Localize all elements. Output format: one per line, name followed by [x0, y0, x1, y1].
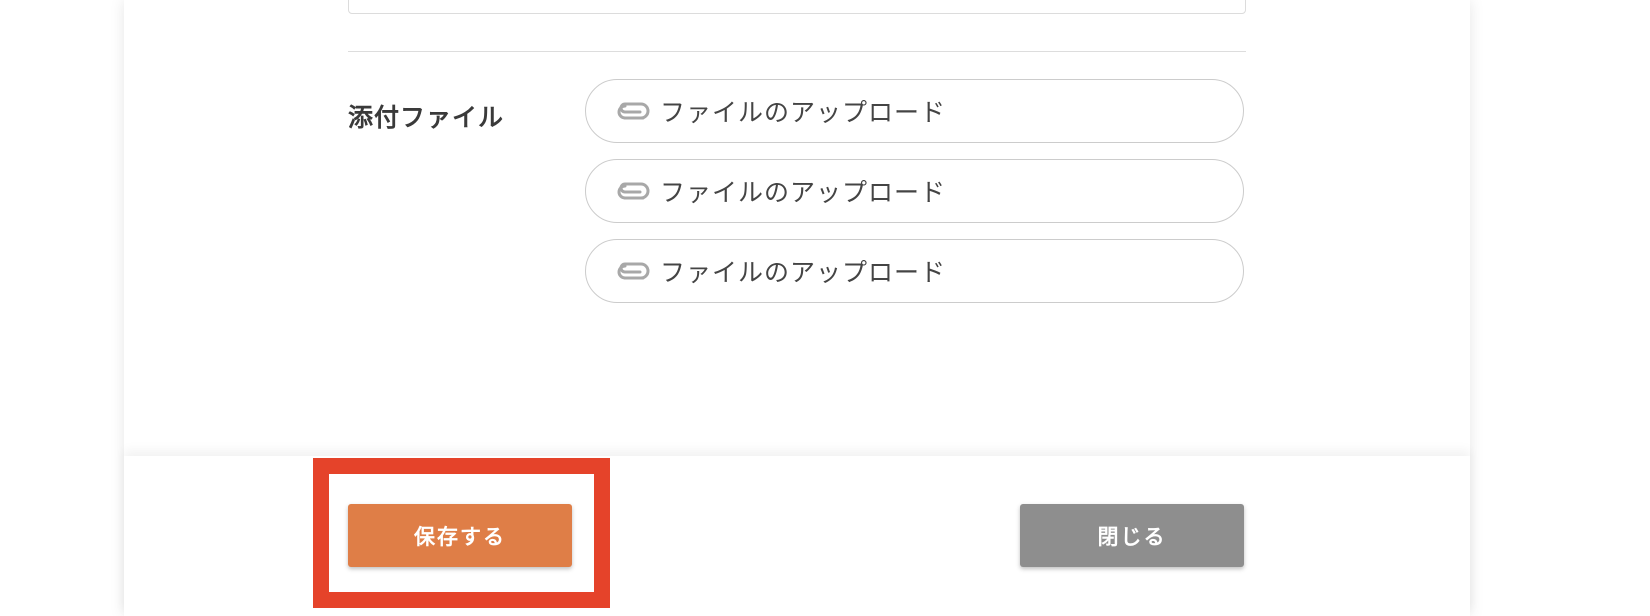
attachments-label: 添付ファイル: [348, 103, 505, 132]
paperclip-icon: [616, 260, 650, 282]
file-upload-label: ファイルのアップロード: [660, 258, 947, 287]
file-upload-label: ファイルのアップロード: [660, 178, 947, 207]
paperclip-icon: [616, 100, 650, 122]
previous-field-input[interactable]: [348, 0, 1246, 14]
section-divider: [348, 51, 1246, 52]
close-button[interactable]: 閉じる: [1020, 504, 1244, 567]
file-upload-button-3[interactable]: ファイルのアップロード: [585, 239, 1244, 303]
paperclip-icon: [616, 180, 650, 202]
save-button[interactable]: 保存する: [348, 504, 572, 567]
file-upload-button-1[interactable]: ファイルのアップロード: [585, 79, 1244, 143]
file-upload-button-2[interactable]: ファイルのアップロード: [585, 159, 1244, 223]
file-upload-label: ファイルのアップロード: [660, 98, 947, 127]
